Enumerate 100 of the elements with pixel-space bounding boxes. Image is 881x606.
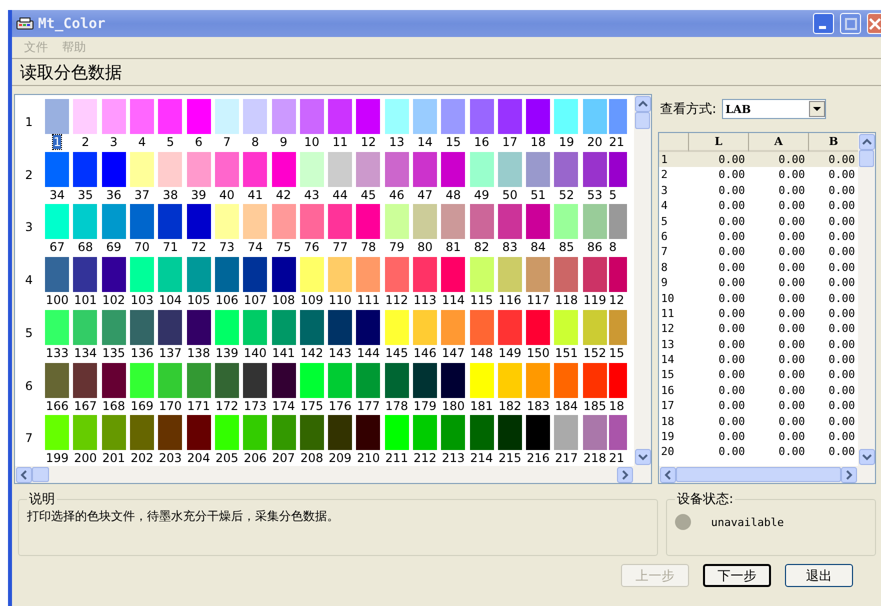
color-swatch[interactable] bbox=[130, 415, 154, 450]
scroll-thumb[interactable] bbox=[859, 150, 874, 167]
color-swatch[interactable] bbox=[498, 152, 522, 187]
color-swatch[interactable] bbox=[328, 415, 352, 450]
color-swatch[interactable] bbox=[413, 204, 437, 240]
close-button[interactable] bbox=[867, 13, 881, 34]
color-swatch[interactable] bbox=[608, 152, 627, 187]
color-swatch[interactable] bbox=[130, 204, 154, 240]
color-swatch[interactable] bbox=[582, 310, 607, 345]
table-row[interactable]: 2 0.00 0.00 0.00 bbox=[659, 167, 858, 183]
scroll-thumb[interactable] bbox=[635, 112, 650, 129]
color-swatch[interactable] bbox=[356, 152, 380, 187]
color-swatch[interactable] bbox=[272, 99, 296, 134]
color-swatch[interactable] bbox=[328, 204, 352, 240]
color-swatch[interactable] bbox=[554, 257, 578, 292]
horizontal-scrollbar[interactable] bbox=[659, 466, 875, 483]
color-swatch[interactable] bbox=[470, 362, 494, 398]
color-swatch[interactable] bbox=[214, 99, 239, 134]
color-swatch[interactable] bbox=[470, 310, 494, 345]
scroll-up-icon[interactable] bbox=[634, 96, 650, 112]
color-swatch[interactable] bbox=[470, 204, 494, 240]
table-row[interactable]: 9 0.00 0.00 0.00 bbox=[659, 275, 858, 291]
color-swatch[interactable] bbox=[441, 257, 466, 292]
color-swatch[interactable] bbox=[498, 204, 522, 240]
table-row[interactable]: 1 0.00 0.00 0.00 bbox=[659, 152, 858, 168]
color-swatch[interactable] bbox=[73, 310, 98, 345]
color-swatch[interactable] bbox=[498, 310, 522, 345]
color-swatch[interactable] bbox=[608, 362, 627, 398]
table-row[interactable]: 15 0.00 0.00 0.00 bbox=[659, 367, 858, 383]
color-swatch[interactable] bbox=[45, 257, 70, 292]
color-swatch[interactable] bbox=[582, 415, 607, 450]
color-swatch[interactable] bbox=[186, 99, 211, 134]
table-row[interactable]: 5 0.00 0.00 0.00 bbox=[659, 214, 858, 229]
table-row[interactable]: 16 0.00 0.00 0.00 bbox=[659, 382, 858, 398]
scroll-down-icon[interactable] bbox=[858, 449, 874, 465]
color-swatch[interactable] bbox=[328, 362, 352, 398]
color-swatch[interactable] bbox=[554, 310, 578, 345]
color-swatch[interactable] bbox=[328, 310, 352, 345]
column-header[interactable]: L bbox=[689, 133, 749, 152]
color-swatch[interactable] bbox=[384, 204, 409, 240]
color-swatch[interactable] bbox=[300, 99, 324, 134]
color-swatch[interactable] bbox=[300, 415, 324, 450]
color-swatch[interactable] bbox=[582, 362, 607, 398]
maximize-button[interactable] bbox=[840, 13, 861, 34]
color-swatch[interactable] bbox=[272, 152, 296, 187]
color-swatch[interactable] bbox=[582, 204, 607, 240]
color-swatch[interactable] bbox=[73, 204, 98, 240]
color-swatch[interactable] bbox=[554, 415, 578, 450]
color-swatch[interactable] bbox=[73, 415, 98, 450]
color-swatch[interactable] bbox=[328, 99, 352, 134]
table-row[interactable]: 4 0.00 0.00 0.00 bbox=[659, 198, 858, 214]
color-swatch[interactable] bbox=[470, 99, 494, 134]
table-row[interactable]: 14 0.00 0.00 0.00 bbox=[659, 352, 858, 368]
color-swatch[interactable] bbox=[413, 99, 437, 134]
color-swatch[interactable] bbox=[470, 415, 494, 450]
color-swatch[interactable] bbox=[102, 204, 126, 240]
color-swatch[interactable] bbox=[356, 204, 380, 240]
color-swatch[interactable] bbox=[441, 415, 466, 450]
color-swatch[interactable] bbox=[102, 99, 126, 134]
column-header[interactable]: A bbox=[749, 133, 809, 152]
color-swatch[interactable] bbox=[526, 99, 550, 134]
scroll-left-icon[interactable] bbox=[660, 466, 676, 482]
column-header[interactable]: B bbox=[809, 133, 858, 152]
color-swatch[interactable] bbox=[243, 310, 268, 345]
color-swatch[interactable] bbox=[158, 204, 182, 240]
color-swatch[interactable] bbox=[243, 204, 268, 240]
color-swatch[interactable] bbox=[45, 310, 70, 345]
color-swatch[interactable] bbox=[243, 152, 268, 187]
color-swatch[interactable] bbox=[470, 152, 494, 187]
scroll-down-icon[interactable] bbox=[634, 449, 650, 465]
color-swatch[interactable] bbox=[608, 310, 627, 345]
color-swatch[interactable] bbox=[272, 362, 296, 398]
color-swatch[interactable] bbox=[441, 204, 466, 240]
color-swatch[interactable] bbox=[102, 362, 126, 398]
color-swatch[interactable] bbox=[214, 257, 239, 292]
color-swatch[interactable] bbox=[413, 257, 437, 292]
color-swatch[interactable] bbox=[441, 310, 466, 345]
color-swatch[interactable] bbox=[328, 257, 352, 292]
color-swatch[interactable] bbox=[186, 362, 211, 398]
vertical-scrollbar[interactable] bbox=[858, 133, 875, 466]
color-swatch[interactable] bbox=[413, 152, 437, 187]
color-swatch[interactable] bbox=[582, 99, 607, 134]
color-swatch[interactable] bbox=[441, 152, 466, 187]
color-swatch[interactable] bbox=[498, 362, 522, 398]
color-swatch[interactable] bbox=[214, 204, 239, 240]
table-row[interactable]: 20 0.00 0.00 0.00 bbox=[659, 444, 858, 460]
color-swatch[interactable] bbox=[272, 310, 296, 345]
color-swatch[interactable] bbox=[45, 99, 70, 134]
color-swatch[interactable] bbox=[441, 99, 466, 134]
color-swatch[interactable] bbox=[384, 415, 409, 450]
dialog-button[interactable]: 退出 bbox=[785, 564, 853, 587]
vertical-scrollbar[interactable] bbox=[634, 95, 651, 466]
color-swatch[interactable] bbox=[608, 257, 627, 292]
color-swatch[interactable] bbox=[243, 99, 268, 134]
color-swatch[interactable] bbox=[384, 99, 409, 134]
color-swatch[interactable] bbox=[272, 204, 296, 240]
color-swatch[interactable] bbox=[526, 415, 550, 450]
color-swatch[interactable] bbox=[272, 415, 296, 450]
color-swatch[interactable] bbox=[300, 204, 324, 240]
color-swatch[interactable] bbox=[214, 310, 239, 345]
